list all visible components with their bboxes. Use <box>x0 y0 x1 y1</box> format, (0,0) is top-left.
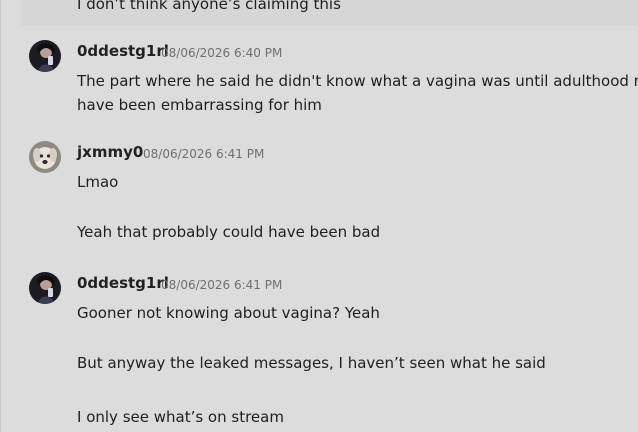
message-username[interactable]: 0ddestg1rl <box>77 42 169 60</box>
message-text: But anyway the leaked messages, I haven’… <box>77 354 546 372</box>
message-text: I only see what’s on stream <box>77 408 284 426</box>
dark-portrait-avatar-icon[interactable] <box>29 272 61 304</box>
message-timestamp: 08/06/2026 6:40 PM <box>161 46 283 60</box>
message-text: Yeah that probably could have been bad <box>77 223 381 241</box>
message-text: Gooner not knowing about vagina? Yeah <box>77 304 380 322</box>
message-timestamp: 08/06/2026 6:41 PM <box>161 278 283 292</box>
message-text: I don’t think anyone’s claiming this <box>77 0 341 13</box>
dark-portrait-avatar-icon[interactable] <box>29 40 61 72</box>
chat-log: I don’t think anyone’s claiming this 0dd… <box>0 0 638 432</box>
message-username[interactable]: jxmmy0 <box>77 143 143 161</box>
message-text: have been embarrassing for him <box>77 96 322 114</box>
message-username[interactable]: 0ddestg1rl <box>77 274 169 292</box>
message-text: The part where he said he didn't know wh… <box>77 72 638 90</box>
message-timestamp: 08/06/2026 6:41 PM <box>143 147 265 161</box>
dog-avatar-icon[interactable] <box>29 141 61 173</box>
message-text: Lmao <box>77 173 119 191</box>
